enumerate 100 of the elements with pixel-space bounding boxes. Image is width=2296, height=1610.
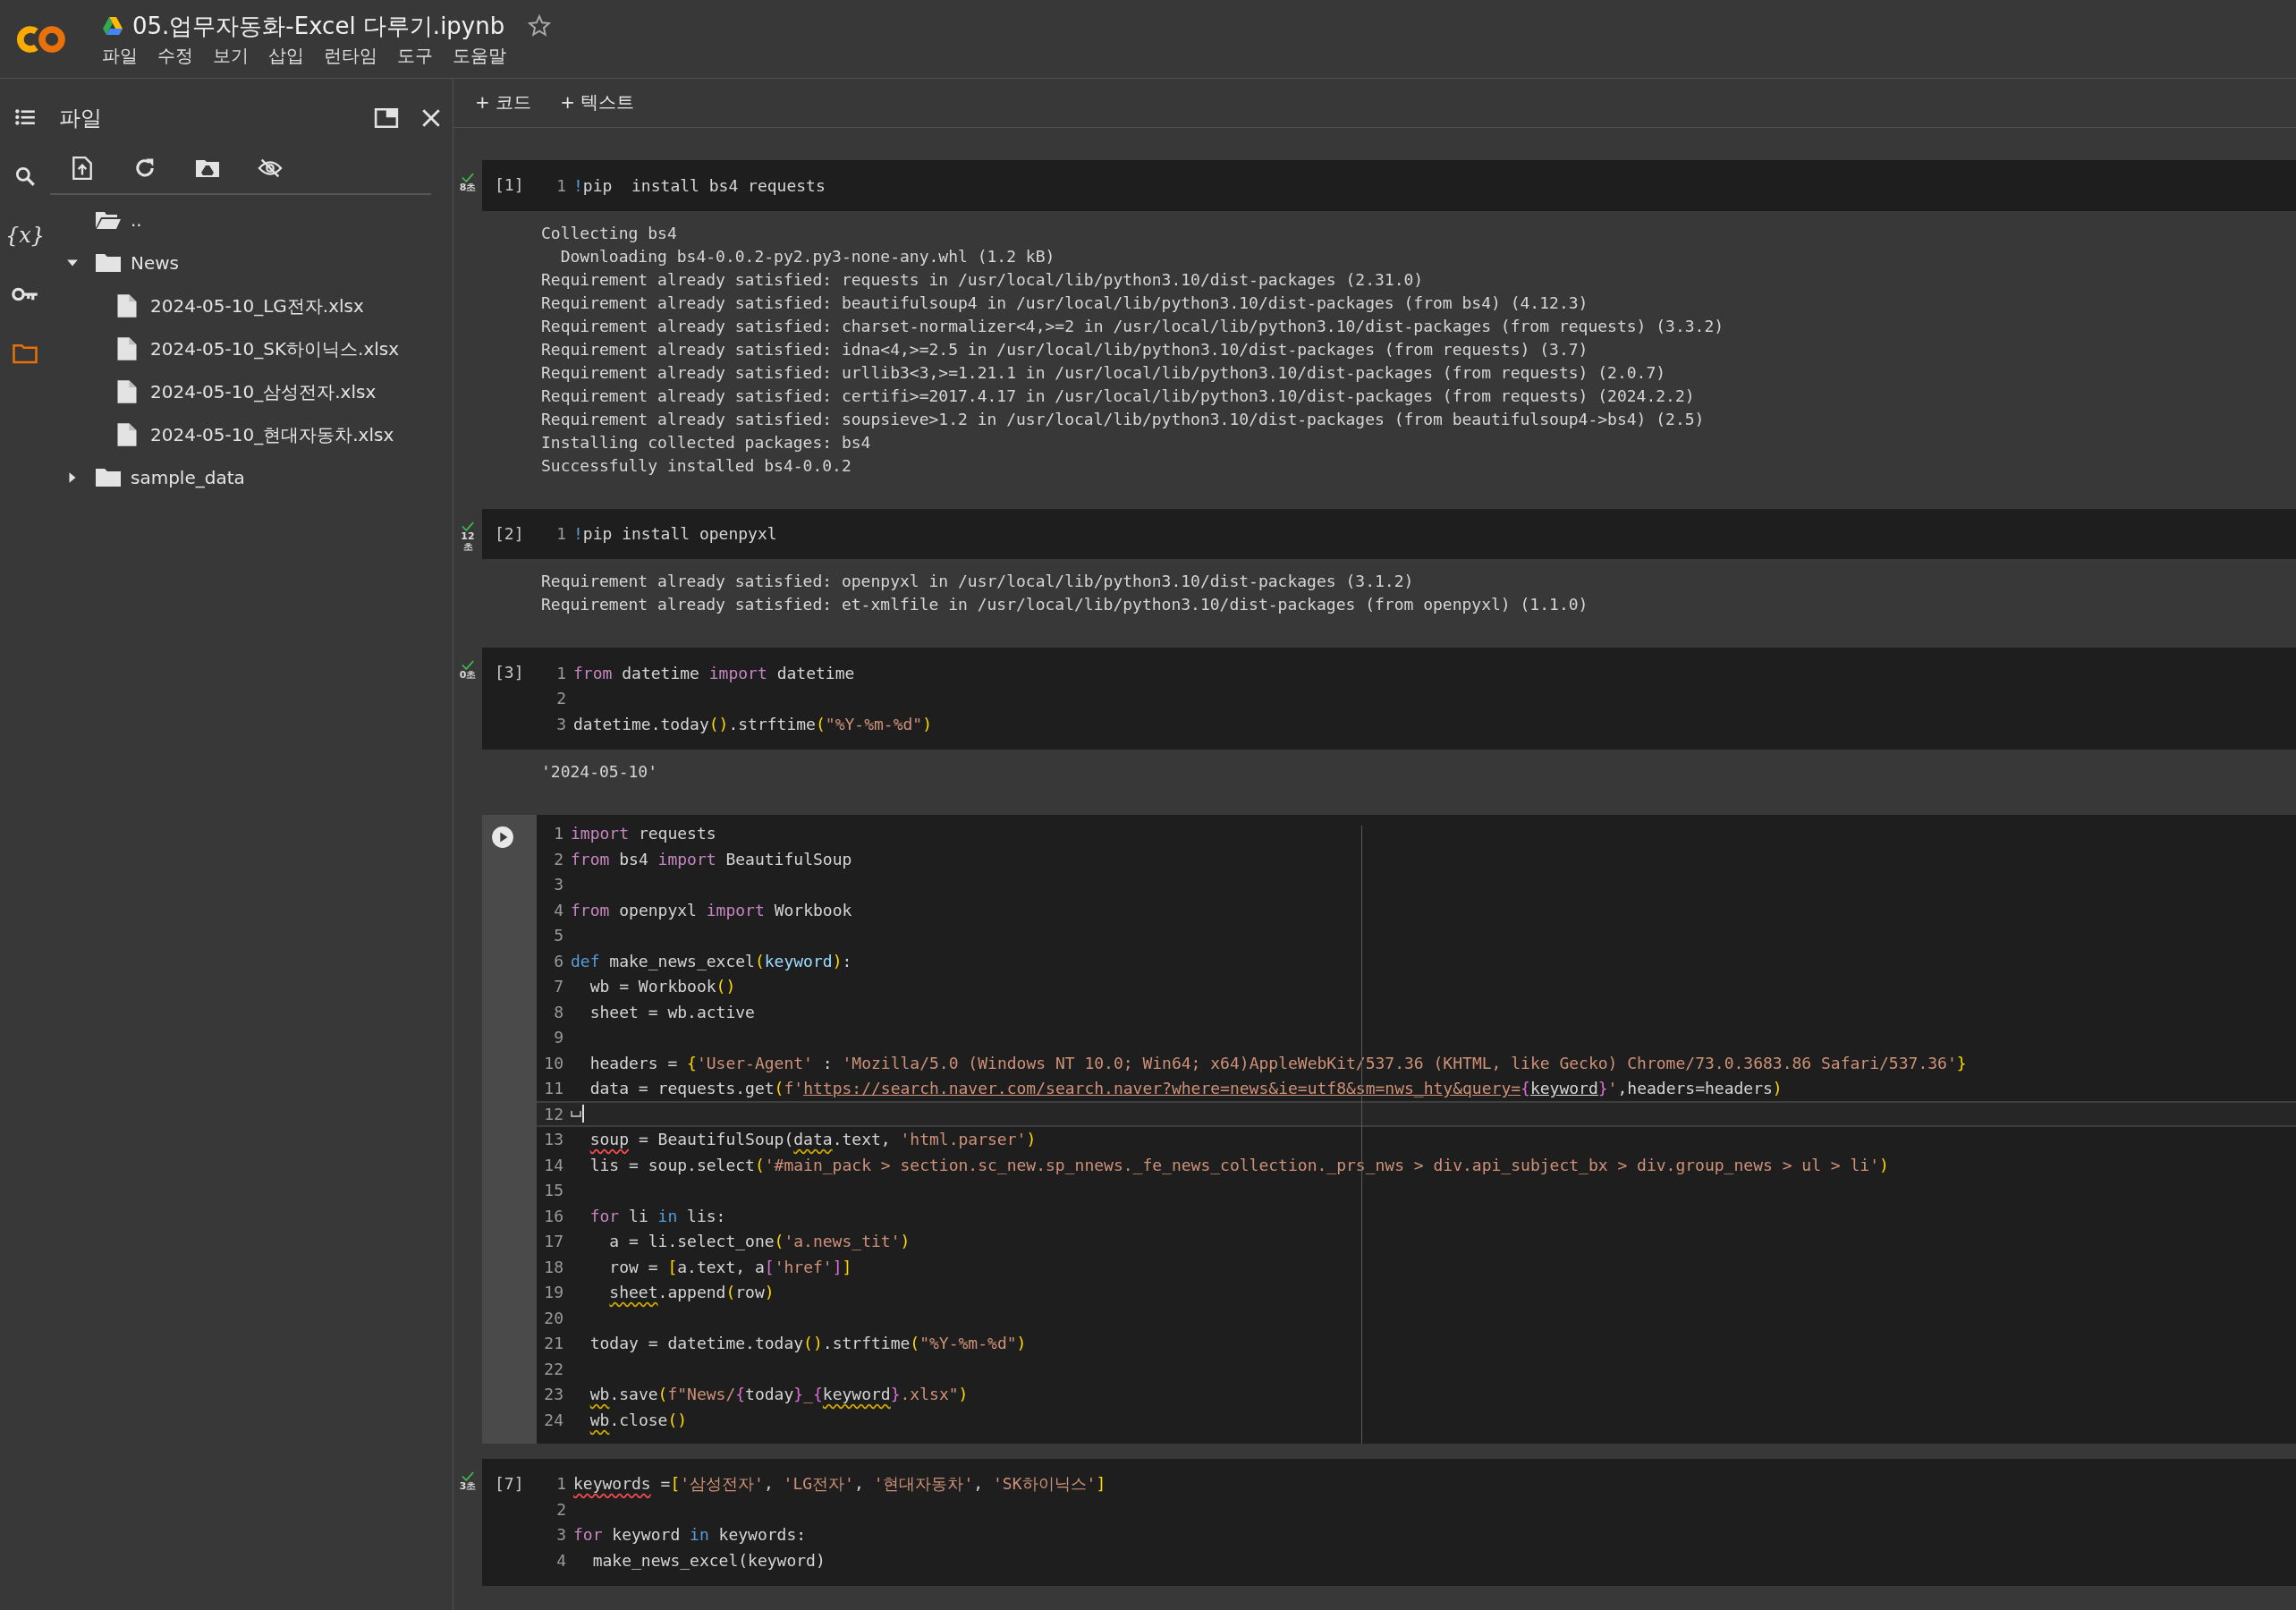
- file-icon: [116, 379, 138, 404]
- file-icon: [116, 422, 138, 447]
- line-number: 22: [543, 1359, 563, 1378]
- window-icon[interactable]: [374, 107, 399, 129]
- upload-file-icon[interactable]: [70, 156, 95, 181]
- line-number: 1: [555, 663, 566, 682]
- execution-count: [7]: [495, 1473, 524, 1493]
- code-line: !pip install openpyxl: [573, 524, 777, 544]
- line-number: 17: [543, 1232, 563, 1251]
- output-line: Collecting bs4: [541, 222, 678, 244]
- code-line: def make_news_excel(keyword):: [571, 951, 852, 970]
- execution-count: [2]: [495, 523, 524, 543]
- code-cell[interactable]: [2] 1 !pip install openpyxl: [482, 508, 2296, 559]
- code-line: headers = {'User-Agent' : 'Mozilla/5.0 (Windows NT 10.0; Win64; x64)AppleWebKit/537.36 (KHTML, like Gecko) Chrome/73.0.3683.86 Safari/537.36'}: [589, 1053, 1967, 1072]
- output-line: Requirement already satisfied: openpyxl in /usr/local/lib/python3.10/dist-packages (3.1.2): [541, 571, 1415, 592]
- notebook-title[interactable]: 05.업무자동화-Excel 다루기.ipynb: [132, 10, 505, 42]
- output-line: Requirement already satisfied: urllib3<3,>=1.21.1 in /usr/local/lib/python3.10/dist-packages (from requests) (2.0.7): [541, 361, 1667, 384]
- code-line: !pip install bs4 requests: [573, 175, 826, 195]
- run-button[interactable]: [491, 825, 514, 849]
- panel-title: 파일: [59, 105, 103, 132]
- code-cell[interactable]: [3] 1 from datetime import datetime 2 3 datetime.today().strftime("%Y-%m-%d"): [482, 648, 2296, 750]
- line-number: 3: [553, 875, 563, 894]
- code-line: datetime.today().strftime("%Y-%m-%d"): [573, 714, 932, 733]
- code-line: sheet.append(row): [608, 1283, 775, 1302]
- menu-item[interactable]: 도움말: [453, 43, 506, 68]
- line-number: 15: [543, 1181, 563, 1200]
- menu-item[interactable]: 파일: [102, 43, 138, 68]
- line-number: 19: [543, 1283, 563, 1302]
- output-line: Requirement already satisfied: beautifulsoup4 in /usr/local/lib/python3.10/dist-packages (from bs4) (4.12.3): [541, 292, 1589, 314]
- output-line: '2024-05-10': [541, 760, 659, 783]
- line-number: 2: [555, 1499, 566, 1519]
- code-line: from datetime import datetime: [573, 663, 855, 682]
- run-time: 12초: [460, 530, 476, 554]
- menu-item[interactable]: 도구: [397, 43, 433, 68]
- line-number: 13: [543, 1130, 563, 1149]
- folder-icon[interactable]: [12, 342, 38, 365]
- line-number: 23: [543, 1385, 563, 1404]
- menu-item[interactable]: 수정: [157, 43, 193, 68]
- line-number: 7: [553, 977, 563, 996]
- menu-item[interactable]: 삽입: [268, 43, 304, 68]
- tree-item[interactable]: 2024-05-10_SK하이닉스.xlsx: [50, 327, 453, 370]
- line-number: 3: [555, 1525, 566, 1545]
- code-link[interactable]: https://search.naver.com/search.naver?where=news&ie=utf8&sm=nws_hty&query=: [803, 1079, 1521, 1098]
- line-number: 20: [543, 1308, 563, 1327]
- output-line: Requirement already satisfied: charset-normalizer<4,>=2 in /usr/local/lib/python3.10/dist-packages (from requests) (3.3.2): [541, 315, 1725, 337]
- line-number: 16: [543, 1206, 563, 1225]
- tree-item[interactable]: 2024-05-10_삼성전자.xlsx: [50, 370, 453, 413]
- code-line: wb.close(): [589, 1410, 688, 1429]
- output-line: Requirement already satisfied: requests in /usr/local/lib/python3.10/dist-packages (2.31.0): [541, 268, 1425, 291]
- line-number: 3: [555, 714, 566, 733]
- code-line: import requests: [571, 824, 716, 843]
- tree-item[interactable]: News: [50, 242, 453, 284]
- output-line: Requirement already satisfied: et-xmlfile in /usr/local/lib/python3.10/dist-packages (from openpyxl) (1.1.0): [541, 594, 1589, 615]
- line-number: 14: [543, 1155, 563, 1174]
- line-number: 8: [553, 1002, 563, 1021]
- drive-icon[interactable]: [102, 16, 123, 36]
- line-number: 1: [553, 824, 563, 843]
- menu-item[interactable]: 런타임: [324, 43, 377, 68]
- execution-count: [1]: [495, 175, 524, 194]
- code-line: for keyword in keywords:: [573, 1525, 807, 1545]
- tree-item[interactable]: 2024-05-10_LG전자.xlsx: [50, 284, 453, 327]
- line-number: 10: [543, 1053, 563, 1072]
- code-line: make_news_excel(keyword): [591, 1550, 826, 1570]
- tree-label: 2024-05-10_삼성전자.xlsx: [150, 379, 377, 404]
- code-cell[interactable]: [482, 814, 2296, 1444]
- line-number: 4: [555, 1550, 566, 1570]
- variables-tab[interactable]: {x}: [4, 223, 46, 248]
- text-cursor: [582, 1105, 584, 1123]
- line-number: 21: [543, 1334, 563, 1353]
- tree-item[interactable]: 2024-05-10_현대자동차.xlsx: [50, 413, 453, 456]
- code-cell[interactable]: [7] 1 keywords =['삼성전자', 'LG전자', '현대자동차', 'SK하이닉스'] 2 3 for keyword in keywords: 4 make_news_excel(keyword): [482, 1458, 2296, 1586]
- line-number: 11: [543, 1079, 563, 1098]
- folder-icon: [95, 209, 122, 231]
- output-line: Requirement already satisfied: certifi>=2017.4.17 in /usr/local/lib/python3.10/dist-packages (from requests) (2024.2.2): [541, 385, 1696, 407]
- menu-item[interactable]: 보기: [213, 43, 249, 68]
- code-line: a = li.select_one('a.news_tit'): [608, 1232, 911, 1251]
- code-line: lis = soup.select('#main_pack > section.sc_new.sp_nnews._fe_news_collection._prs_nws > div.api_subject_bx > div.group_news > ul > li'): [589, 1155, 1889, 1174]
- tree-label: 2024-05-10_현대자동차.xlsx: [150, 422, 394, 447]
- line-number: 2: [555, 689, 566, 708]
- line-number: 2: [553, 849, 563, 869]
- line-number: 12: [543, 1104, 563, 1123]
- code-line: row = [a.text, a['href']]: [608, 1257, 852, 1276]
- code-line: wb = Workbook(): [589, 977, 736, 996]
- add-cell-button[interactable]: + 코드: [466, 87, 541, 118]
- tree-item[interactable]: ..: [50, 199, 453, 242]
- code-line: from openpyxl import Workbook: [571, 900, 852, 919]
- tree-label: News: [131, 252, 180, 274]
- tree-label: 2024-05-10_LG전자.xlsx: [150, 293, 364, 318]
- code-line: from bs4 import BeautifulSoup: [571, 849, 852, 869]
- star-icon[interactable]: [528, 14, 552, 38]
- add-cell-button[interactable]: + 텍스트: [551, 87, 644, 118]
- tree-item[interactable]: sample_data: [50, 456, 453, 499]
- line-number: 6: [553, 951, 563, 970]
- code-line: wb.save(f"News/{today}_{keyword}.xlsx"): [589, 1385, 969, 1404]
- line-number: 5: [553, 926, 563, 945]
- code-cell[interactable]: [1] 1 !pip install bs4 requests: [482, 160, 2296, 211]
- tree-label: ..: [131, 209, 142, 231]
- line-number: 4: [553, 900, 563, 919]
- line-number: 1: [555, 1474, 566, 1494]
- execution-count: [3]: [495, 663, 524, 682]
